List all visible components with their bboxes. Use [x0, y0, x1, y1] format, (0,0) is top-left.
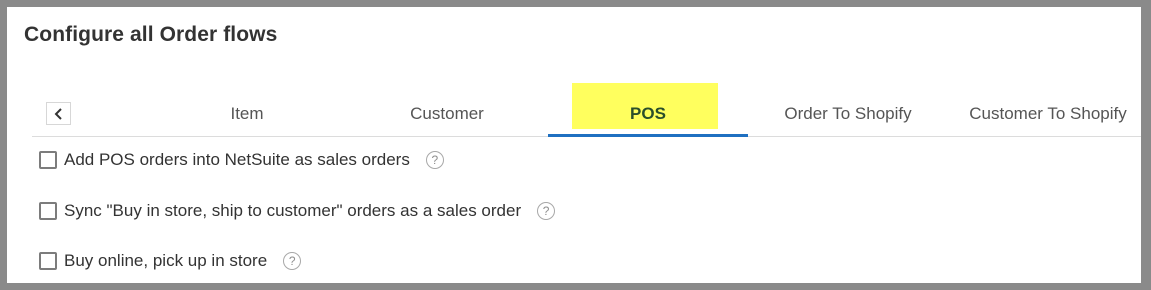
option-sync-buy-in-store: Sync "Buy in store, ship to customer" or… — [39, 201, 556, 221]
tab-customer-to-shopify[interactable]: Customer To Shopify — [948, 81, 1148, 137]
tab-label: POS — [630, 104, 666, 123]
option-label: Sync "Buy in store, ship to customer" or… — [64, 201, 522, 220]
page-title: Configure all Order flows — [24, 23, 278, 46]
tab-pos[interactable]: POS — [548, 81, 748, 137]
chevron-left-icon — [54, 107, 62, 120]
order-flows-panel: Configure all Order flows Item Customer … — [7, 7, 1141, 283]
option-label: Buy online, pick up in store — [64, 251, 268, 270]
tab-bar: Item Customer POS Order To Shopify Custo… — [32, 81, 1141, 137]
tab-scroll-prev-button[interactable] — [46, 102, 71, 125]
option-buy-online-pickup: Buy online, pick up in store ? — [39, 251, 302, 271]
option-add-pos-orders: Add POS orders into NetSuite as sales or… — [39, 150, 444, 170]
tab-label: Customer — [410, 104, 484, 123]
tab-label: Order To Shopify — [784, 104, 912, 123]
help-icon[interactable]: ? — [537, 202, 556, 220]
tab-customer[interactable]: Customer — [347, 81, 547, 137]
tab-item[interactable]: Item — [147, 81, 347, 137]
option-label: Add POS orders into NetSuite as sales or… — [64, 150, 410, 169]
sync-buy-in-store-checkbox[interactable] — [39, 202, 57, 220]
tab-label: Item — [230, 104, 264, 123]
help-icon[interactable]: ? — [283, 252, 302, 270]
add-pos-orders-checkbox[interactable] — [39, 151, 57, 169]
tab-label: Customer To Shopify — [969, 104, 1127, 123]
buy-online-pickup-checkbox[interactable] — [39, 252, 57, 270]
help-icon[interactable]: ? — [425, 151, 444, 169]
tab-order-to-shopify[interactable]: Order To Shopify — [748, 81, 948, 137]
